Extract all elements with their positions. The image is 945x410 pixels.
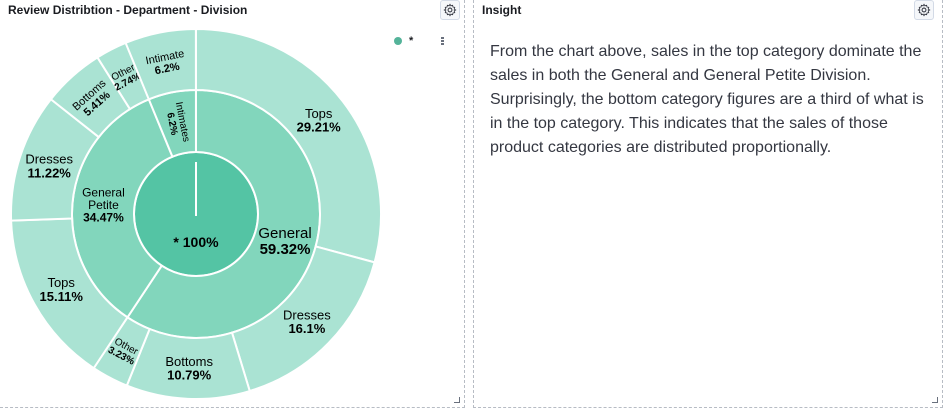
division-label: General 59.32% — [258, 225, 311, 258]
insight-panel: Insight From the chart above, sales in t… — [473, 0, 943, 408]
category-label: Bottoms 10.79% — [165, 354, 213, 383]
division-label: General Petite 34.47% — [82, 186, 125, 225]
legend-menu-icon[interactable] — [441, 37, 444, 46]
center-label: * 100% — [173, 234, 219, 250]
gear-icon — [917, 3, 931, 17]
legend-swatch — [394, 37, 402, 45]
category-label: Dresses 16.1% — [283, 307, 331, 336]
chart-legend[interactable]: * — [394, 35, 413, 47]
resize-handle-icon[interactable] — [454, 397, 460, 403]
chart-panel: Review Distribtion - Department - Divisi… — [0, 0, 465, 408]
chart-panel-options-button[interactable] — [440, 0, 460, 20]
gear-icon — [443, 3, 457, 17]
resize-handle-icon[interactable] — [932, 397, 938, 403]
category-label: Dresses 11.22% — [25, 152, 73, 181]
insight-text: From the chart above, sales in the top c… — [490, 43, 924, 156]
insight-panel-title: Insight — [482, 3, 522, 17]
chart-panel-title: Review Distribtion - Department - Divisi… — [8, 3, 248, 17]
sunburst-chart: Tops 29.21%Dresses 16.1%Bottoms 10.79%Other… — [10, 27, 382, 400]
legend-label: * — [409, 35, 414, 47]
insight-panel-options-button[interactable] — [914, 0, 934, 20]
